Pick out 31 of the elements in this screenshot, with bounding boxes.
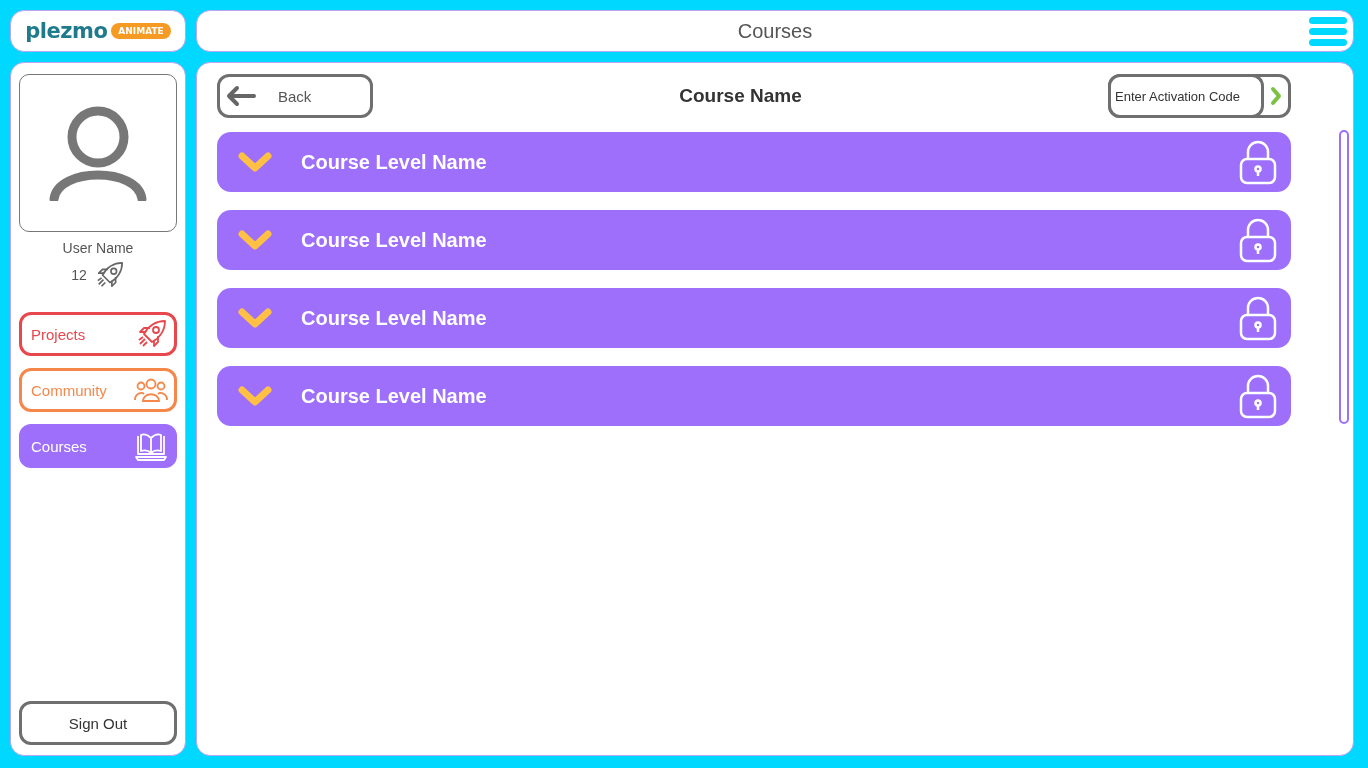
chevron-right-icon[interactable] [1270,86,1282,106]
nav-item[interactable]: Community [19,368,177,412]
logo-badge: ANIMATE [111,23,171,39]
scrollbar[interactable] [1339,130,1349,424]
nav-label: Courses [31,437,87,455]
logo-wordmark: plezmo [25,19,108,43]
course-title: Course Name [679,85,802,107]
activation-code-field[interactable]: Enter Activation Code [1108,74,1291,118]
nav-item[interactable]: Courses [19,424,177,468]
people-icon [134,376,168,404]
book-icon [134,430,168,462]
back-button[interactable]: Back [217,74,373,118]
course-level-row[interactable]: Course Level Name [217,210,1291,270]
nav-label: Projects [31,325,86,343]
chevron-down-icon [237,229,273,251]
course-level-row[interactable]: Course Level Name [217,288,1291,348]
page-title: Courses [737,19,813,43]
sign-out-button[interactable]: Sign Out [19,701,177,745]
chevron-down-icon [237,385,273,407]
user-silhouette-icon [48,105,148,201]
points-count: 12 [71,267,87,283]
rocket-icon [136,318,168,350]
nav-label: Community [31,381,107,399]
arrow-left-icon [226,85,256,107]
chevron-down-icon [237,151,273,173]
course-level-row[interactable]: Course Level Name [217,132,1291,192]
nav-item[interactable]: Projects [19,312,177,356]
user-name: User Name [62,240,134,256]
course-level-row[interactable]: Course Level Name [217,366,1291,426]
menu-icon[interactable] [1309,17,1347,47]
chevron-down-icon [237,307,273,329]
